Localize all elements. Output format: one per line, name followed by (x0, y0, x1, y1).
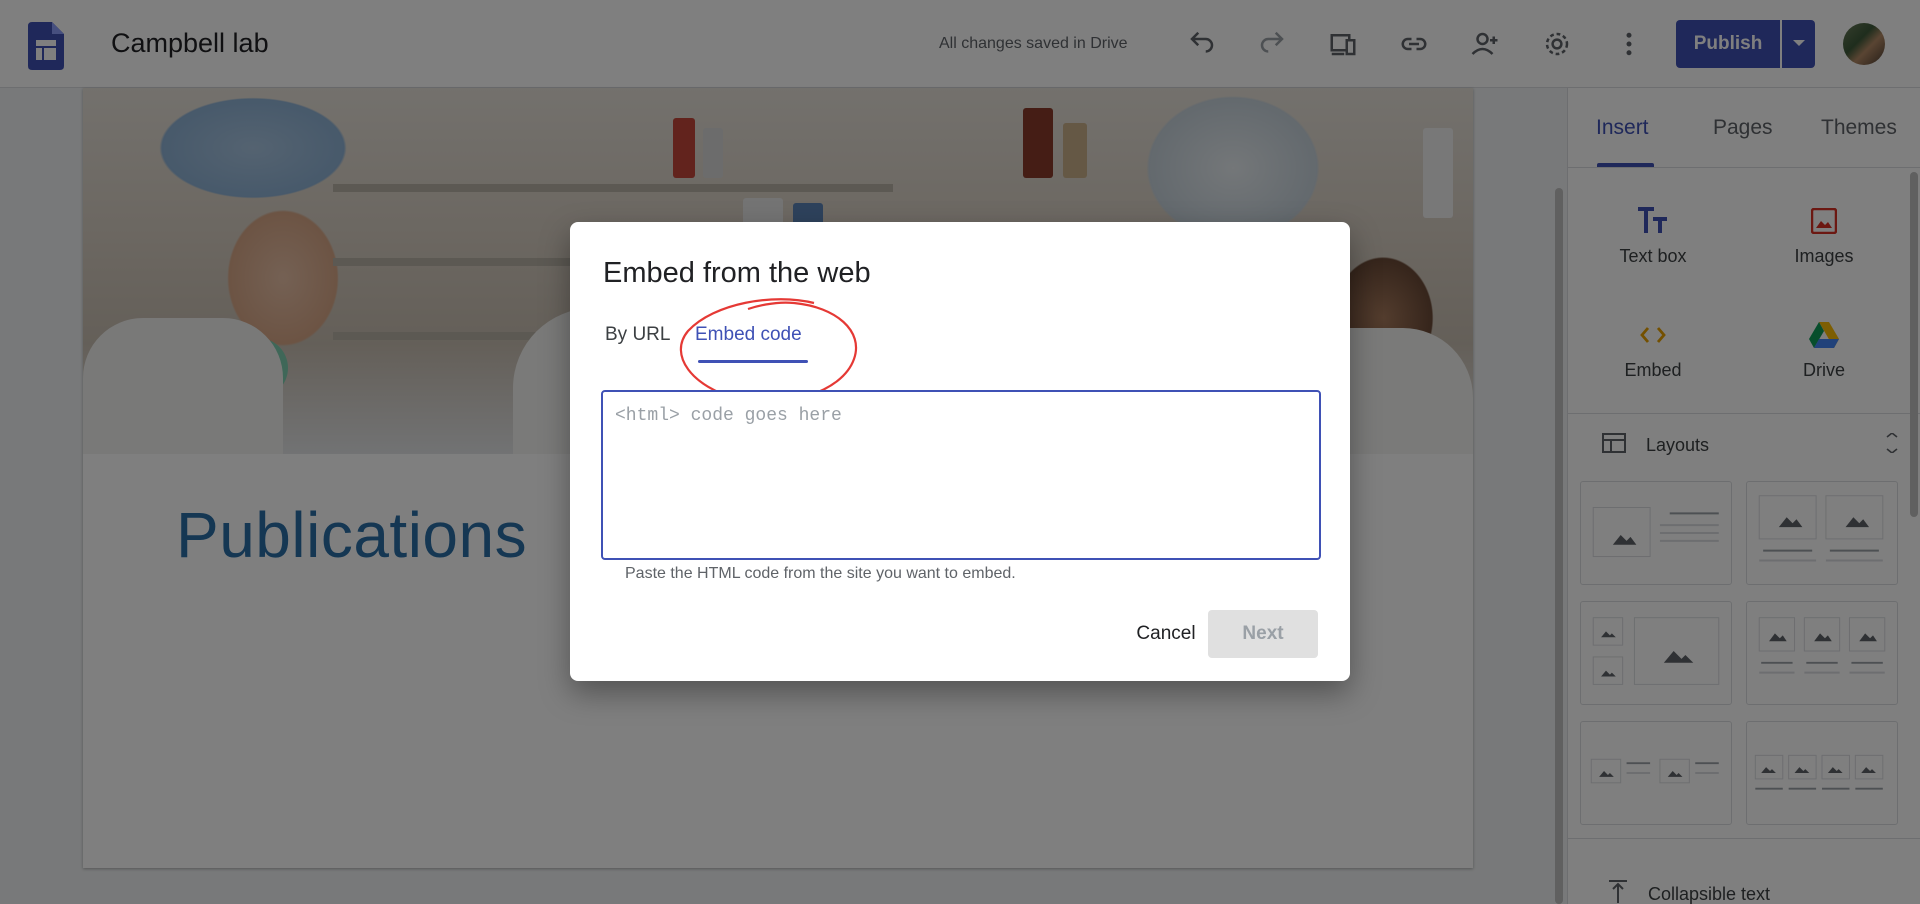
next-button[interactable]: Next (1208, 610, 1318, 658)
tab-by-url[interactable]: By URL (605, 324, 670, 346)
dialog-title: Embed from the web (603, 257, 871, 289)
helper-text: Paste the HTML code from the site you wa… (625, 565, 1016, 582)
cancel-button[interactable]: Cancel (1110, 610, 1222, 658)
annotation-circle (679, 298, 857, 403)
embed-code-input[interactable] (601, 390, 1321, 560)
tab-embed-code[interactable]: Embed code (695, 324, 802, 346)
active-tab-indicator (698, 360, 808, 363)
embed-dialog: Embed from the web By URL Embed code Pas… (570, 222, 1350, 681)
